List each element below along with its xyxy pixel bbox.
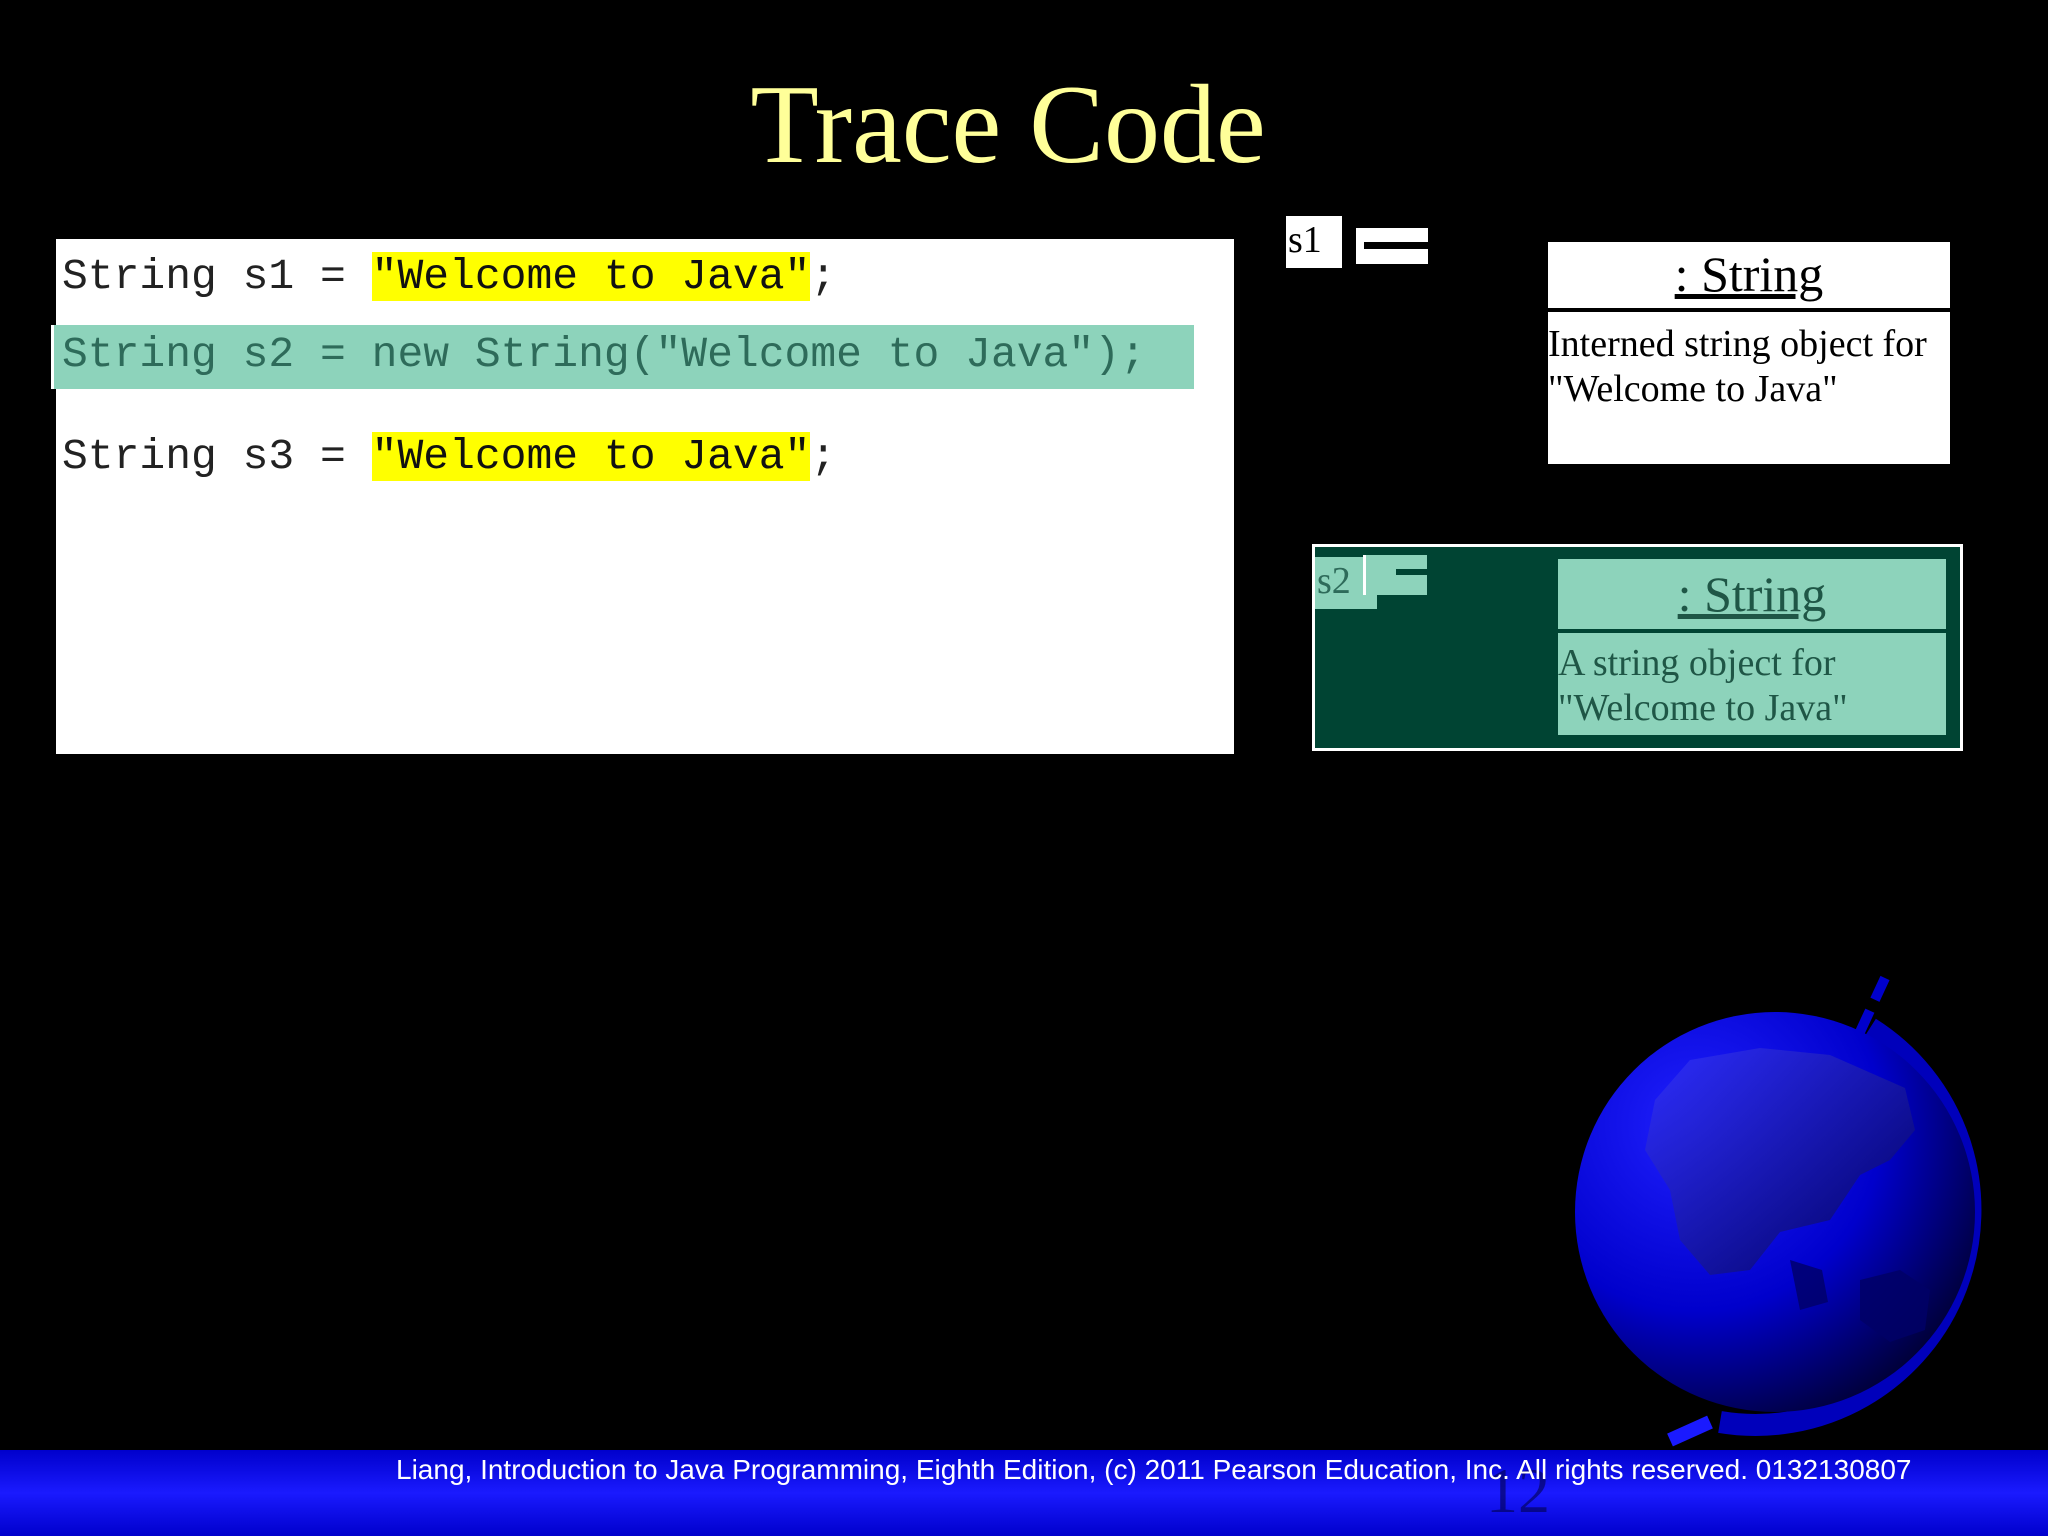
code-line-3: String s3 = "Welcome to Java"; [62, 429, 836, 485]
s2-reference-arrow [1396, 569, 1428, 575]
new-object-body: A string object for "Welcome to Java" [1558, 641, 1946, 731]
code-line-1: String s1 = "Welcome to Java"; [62, 249, 836, 305]
interned-object-body: Interned string object for "Welcome to J… [1548, 322, 1950, 412]
code-line-1-literal: "Welcome to Java" [371, 252, 811, 301]
interned-object-body-line1: Interned string object for [1548, 323, 1927, 365]
new-object-body-line2: "Welcome to Java" [1558, 687, 1848, 729]
globe-icon [1575, 975, 1982, 1447]
new-object-divider [1558, 629, 1946, 633]
s1-label: s1 [1286, 216, 1342, 268]
code-line-1-prefix: String s1 = [62, 252, 372, 301]
s2-panel: s2 : String A string object for "Welcome… [1312, 544, 1963, 751]
code-line-1-suffix: ; [810, 252, 837, 301]
new-object-header: : String [1677, 566, 1827, 622]
interned-object-divider [1548, 308, 1950, 312]
s1-reference-arrow [1364, 242, 1428, 249]
code-panel: String s1 = "Welcome to Java"; String s3… [56, 239, 1234, 754]
interned-object-header: : String [1674, 246, 1824, 302]
new-object-body-line1: A string object for [1558, 642, 1836, 684]
s1-reference-box [1356, 228, 1428, 264]
s2-reference-box [1363, 555, 1428, 595]
interned-object-body-line2: "Welcome to Java" [1548, 368, 1838, 410]
code-line-3-suffix: ; [810, 432, 837, 481]
footer-copyright: Liang, Introduction to Java Programming,… [396, 1454, 1912, 1485]
new-string-object: : String A string object for "Welcome to… [1558, 559, 1946, 735]
code-line-3-prefix: String s3 = [62, 432, 372, 481]
code-line-2: String s2 = new String("Welcome to Java"… [62, 330, 1146, 379]
interned-string-object: : String Interned string object for "Wel… [1548, 242, 1950, 464]
current-line-highlight: String s2 = new String("Welcome to Java"… [51, 325, 1194, 389]
slide-title: Trace Code [750, 63, 1266, 187]
code-line-3-literal: "Welcome to Java" [371, 432, 811, 481]
